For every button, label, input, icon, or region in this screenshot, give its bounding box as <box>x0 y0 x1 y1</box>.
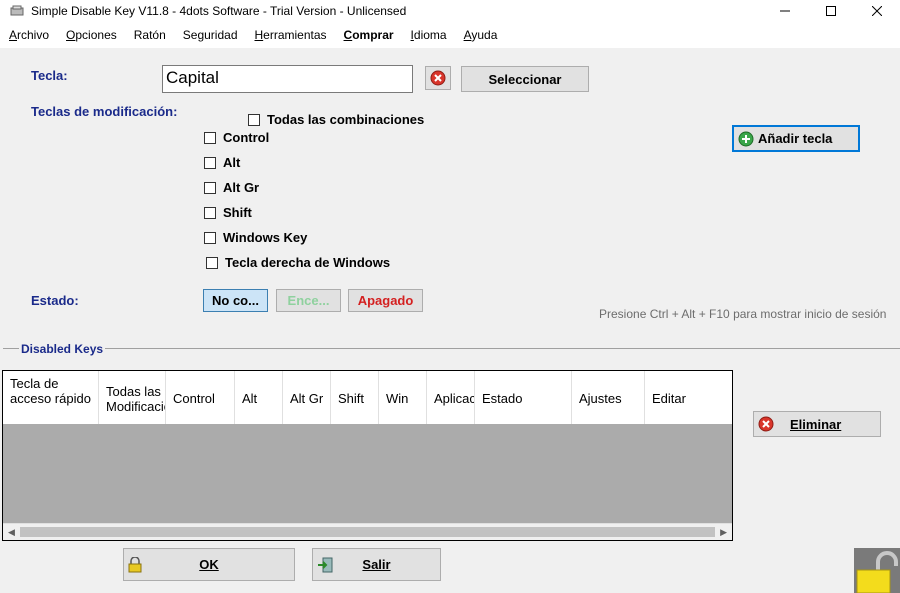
column-header[interactable]: Alt <box>235 371 283 424</box>
menu-seguridad[interactable]: Seguridad <box>183 28 238 42</box>
checkbox-box <box>204 131 216 144</box>
scroll-thumb[interactable] <box>20 527 715 537</box>
menu-opciones[interactable]: Opciones <box>66 28 117 42</box>
menu-bar: Archivo Opciones Ratón Seguridad Herrami… <box>0 22 900 48</box>
menu-comprar[interactable]: Comprar <box>344 28 394 42</box>
lock-panel[interactable] <box>854 548 900 593</box>
window-title: Simple Disable Key V11.8 - 4dots Softwar… <box>31 4 407 18</box>
checkbox-box <box>204 206 216 219</box>
menu-archivo[interactable]: Archivo <box>9 28 49 42</box>
column-header[interactable]: Aplicaciones <box>427 371 475 424</box>
clear-icon <box>430 70 446 86</box>
windows-key-checkbox[interactable]: Windows Key <box>204 230 307 245</box>
column-header[interactable]: Win <box>379 371 427 424</box>
column-header[interactable]: Shift <box>331 371 379 424</box>
padlock-icon <box>856 551 898 593</box>
menu-herramientas[interactable]: Herramientas <box>255 28 327 42</box>
checkbox-box <box>206 256 218 269</box>
add-key-button[interactable]: Añadir tecla <box>732 125 860 152</box>
column-header[interactable]: Control <box>166 371 235 424</box>
ok-button[interactable]: OK <box>123 548 295 581</box>
scroll-right-icon[interactable]: ▶ <box>720 527 727 538</box>
menu-idioma[interactable]: Idioma <box>411 28 447 42</box>
column-header[interactable]: Editar <box>645 371 732 424</box>
column-header[interactable]: Alt Gr <box>283 371 331 424</box>
key-input[interactable]: Capital <box>162 65 413 93</box>
column-header[interactable]: Ajustes <box>572 371 645 424</box>
close-icon <box>872 6 882 16</box>
minimize-icon <box>780 10 790 12</box>
table-header: Tecla de acceso rápido Todas las Modific… <box>3 371 732 424</box>
state-on-button[interactable]: Ence... <box>276 289 341 312</box>
shift-checkbox[interactable]: Shift <box>204 205 252 220</box>
maximize-button[interactable] <box>808 0 854 22</box>
add-icon <box>738 131 754 146</box>
altgr-checkbox[interactable]: Alt Gr <box>204 180 259 195</box>
all-combinations-checkbox[interactable]: Todas las combinaciones <box>248 112 424 127</box>
disabled-keys-table[interactable]: Tecla de acceso rápido Todas las Modific… <box>2 370 733 541</box>
menu-raton[interactable]: Ratón <box>134 28 166 42</box>
column-header[interactable]: Estado <box>475 371 572 424</box>
exit-icon <box>318 557 333 573</box>
key-label: Tecla: <box>31 68 68 83</box>
app-icon <box>9 3 25 19</box>
hint-text: Presione Ctrl + Alt + F10 para mostrar i… <box>599 307 887 321</box>
clear-key-button[interactable] <box>425 66 451 90</box>
windows-right-checkbox[interactable]: Tecla derecha de Windows <box>206 255 390 270</box>
horizontal-scrollbar[interactable]: ◀ ▶ <box>3 523 732 540</box>
state-label: Estado: <box>31 293 79 308</box>
control-checkbox[interactable]: Control <box>204 130 269 145</box>
lock-icon <box>128 557 142 573</box>
disabled-keys-title: Disabled Keys <box>19 342 106 356</box>
title-bar: Simple Disable Key V11.8 - 4dots Softwar… <box>0 0 900 22</box>
menu-ayuda[interactable]: Ayuda <box>464 28 498 42</box>
maximize-icon <box>826 6 836 16</box>
checkbox-box <box>248 113 260 126</box>
select-key-button[interactable]: Seleccionar <box>461 66 589 92</box>
group-separator <box>3 348 900 349</box>
state-not-configured-button[interactable]: No co... <box>203 289 268 312</box>
checkbox-box <box>204 231 216 244</box>
column-header[interactable]: Tecla de acceso rápido <box>3 371 99 424</box>
minimize-button[interactable] <box>762 0 808 22</box>
checkbox-box <box>204 181 216 194</box>
delete-button[interactable]: Eliminar <box>753 411 881 437</box>
modifiers-label: Teclas de modificación: <box>31 104 178 119</box>
column-header[interactable]: Todas las Modificaciones <box>99 371 166 424</box>
alt-checkbox[interactable]: Alt <box>204 155 240 170</box>
exit-button[interactable]: Salir <box>312 548 441 581</box>
close-button[interactable] <box>854 0 900 22</box>
scroll-left-icon[interactable]: ◀ <box>8 527 15 538</box>
state-off-button[interactable]: Apagado <box>348 289 423 312</box>
delete-icon <box>758 416 774 432</box>
checkbox-box <box>204 156 216 169</box>
